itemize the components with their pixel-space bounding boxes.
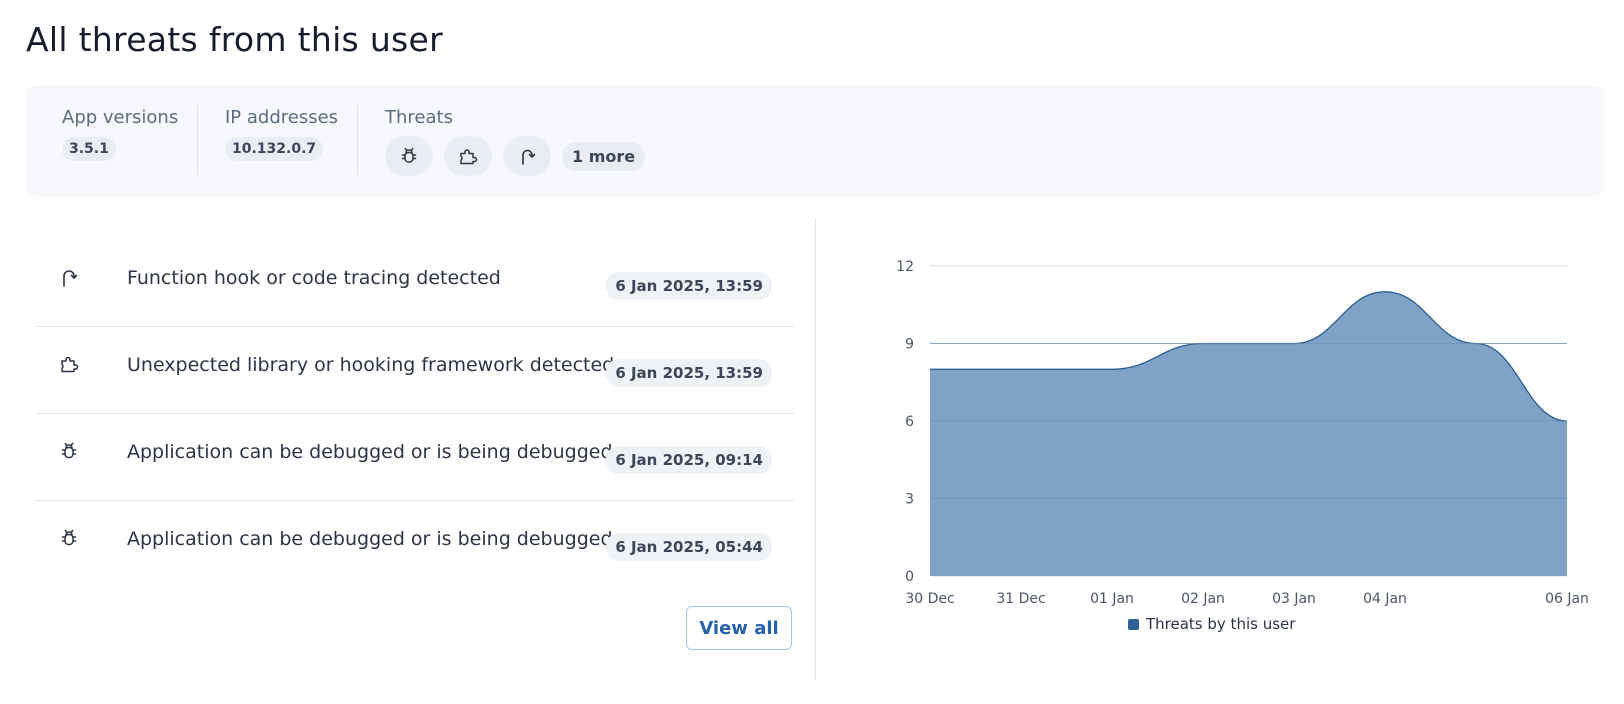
threat-list-item[interactable]: Function hook or code tracing detected 6…: [36, 240, 794, 327]
legend-marker: [1128, 619, 1139, 630]
threat-title: Application can be debugged or is being …: [127, 528, 613, 550]
threat-timestamp: 6 Jan 2025, 13:59: [606, 272, 772, 300]
y-tick-label: 0: [905, 569, 914, 585]
data-point: [1292, 342, 1296, 346]
panel-divider: [815, 218, 816, 680]
puzzle-icon[interactable]: [444, 136, 492, 176]
data-point: [1201, 342, 1205, 346]
y-tick-label: 6: [905, 414, 914, 430]
threat-timestamp: 6 Jan 2025, 05:44: [606, 533, 772, 561]
threat-list-item[interactable]: Application can be debugged or is being …: [36, 501, 794, 587]
hook-icon[interactable]: [503, 136, 551, 176]
data-point: [928, 367, 932, 371]
x-tick-label: 06 Jan: [1545, 591, 1589, 607]
y-tick-label: 12: [896, 259, 914, 275]
more-threats-chip[interactable]: 1 more: [562, 141, 646, 171]
x-tick-label: 04 Jan: [1363, 591, 1407, 607]
page-title: All threats from this user: [26, 20, 444, 59]
data-point: [1110, 367, 1114, 371]
threat-title: Application can be debugged or is being …: [127, 441, 613, 463]
threats-area-chart: 0 3 6 9 12 30 Dec 31 Dec 01 Jan 02 Jan 03 Jan 04 J…: [896, 259, 1589, 633]
threat-title: Unexpected library or hooking framework …: [127, 354, 615, 376]
ip-addresses-section: IP addresses 10.132.0.7: [225, 107, 338, 161]
data-point: [1383, 290, 1387, 294]
app-version-chip: 3.5.1: [62, 137, 116, 161]
threat-timestamp: 6 Jan 2025, 09:14: [606, 446, 772, 474]
x-tick-label: 30 Dec: [905, 591, 954, 607]
x-tick-label: 01 Jan: [1090, 591, 1134, 607]
data-point: [1474, 342, 1478, 346]
hook-icon: [59, 266, 79, 288]
puzzle-icon: [59, 353, 79, 375]
threat-timestamp: 6 Jan 2025, 13:59: [606, 359, 772, 387]
app-versions-section: App versions 3.5.1: [62, 107, 178, 161]
bug-icon: [59, 527, 79, 549]
series-area: [930, 291, 1567, 576]
threat-list-item[interactable]: Unexpected library or hooking framework …: [36, 327, 794, 414]
threat-list: Function hook or code tracing detected 6…: [36, 240, 794, 587]
data-point: [1565, 419, 1569, 423]
threats-label: Threats: [385, 107, 453, 128]
threats-section: Threats 1 more: [385, 107, 646, 176]
x-tick-label: 03 Jan: [1272, 591, 1316, 607]
data-point: [1019, 367, 1023, 371]
bug-icon[interactable]: [385, 136, 433, 176]
ip-address-chip: 10.132.0.7: [225, 137, 324, 161]
y-tick-label: 9: [905, 337, 914, 353]
y-tick-label: 3: [905, 492, 914, 508]
user-summary-panel: App versions 3.5.1 IP addresses 10.132.0…: [26, 85, 1604, 197]
x-tick-label: 02 Jan: [1181, 591, 1225, 607]
x-tick-label: 31 Dec: [996, 591, 1045, 607]
threat-title: Function hook or code tracing detected: [127, 267, 501, 289]
threat-list-item[interactable]: Application can be debugged or is being …: [36, 414, 794, 501]
legend-label: Threats by this user: [1145, 615, 1296, 633]
view-all-button[interactable]: View all: [686, 606, 792, 650]
summary-divider: [197, 105, 198, 175]
ip-addresses-label: IP addresses: [225, 107, 339, 128]
app-versions-label: App versions: [62, 107, 179, 128]
summary-divider: [357, 105, 358, 175]
bug-icon: [59, 440, 79, 462]
